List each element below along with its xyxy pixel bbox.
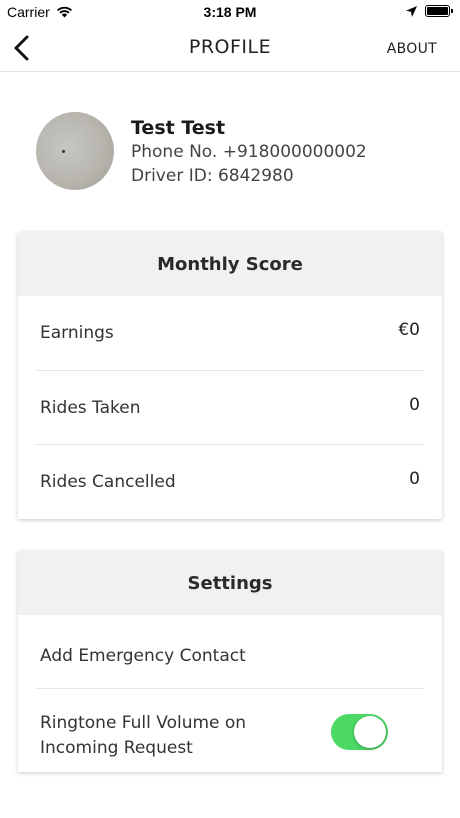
status-time: 3:18 PM <box>203 4 257 20</box>
driver-name: Test Test <box>131 117 226 139</box>
rides-cancelled-row: Rides Cancelled 0 <box>36 444 424 518</box>
phone-number: Phone No. +918000000002 <box>131 142 367 162</box>
driver-id: Driver ID: 6842980 <box>131 166 294 186</box>
settings-title: Settings <box>18 551 442 615</box>
phone-label: Phone No. <box>131 142 218 162</box>
add-emergency-contact-label[interactable]: Add Emergency Contact <box>40 646 246 666</box>
avatar <box>36 112 114 190</box>
ringtone-full-volume-toggle[interactable] <box>331 714 388 750</box>
ringtone-full-volume-label: Ringtone Full Volume on Incoming Request <box>40 713 247 758</box>
monthly-score-card: Monthly Score Earnings €0 Rides Taken 0 … <box>18 232 442 519</box>
driver-id-value: 6842980 <box>217 166 294 186</box>
rides-cancelled-label: Rides Cancelled <box>40 472 176 492</box>
add-emergency-contact-row[interactable]: Add Emergency Contact <box>36 615 424 688</box>
ringtone-full-volume-row: Ringtone Full Volume on Incoming Request <box>36 688 424 772</box>
rides-taken-label: Rides Taken <box>40 398 141 418</box>
nav-bar: PROFILE ABOUT <box>0 24 460 72</box>
location-icon <box>406 6 417 17</box>
earnings-row: Earnings €0 <box>36 296 424 370</box>
rides-taken-value: 0 <box>409 395 420 415</box>
toggle-knob <box>354 716 386 748</box>
status-bar: Carrier 3:18 PM <box>0 0 460 24</box>
rides-taken-row: Rides Taken 0 <box>36 370 424 444</box>
earnings-label: Earnings <box>40 323 114 343</box>
phone-value: +918000000002 <box>222 142 367 162</box>
battery-icon <box>425 5 453 17</box>
about-button[interactable]: ABOUT <box>387 41 437 57</box>
rides-cancelled-value: 0 <box>409 469 420 489</box>
monthly-score-title: Monthly Score <box>18 232 442 296</box>
earnings-value: €0 <box>398 320 420 340</box>
driver-id-label: Driver ID: <box>131 166 213 186</box>
settings-card: Settings Add Emergency Contact Ringtone … <box>18 551 442 772</box>
